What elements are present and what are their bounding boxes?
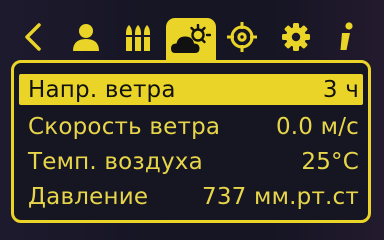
row-label: Скорость ветра — [28, 113, 221, 140]
tab-ammo[interactable] — [120, 14, 160, 60]
back-button[interactable] — [14, 14, 54, 60]
row-label: Темп. воздуха — [28, 148, 203, 175]
row-value: 3 ч — [322, 76, 359, 103]
row-value: 737 мм.рт.ст — [202, 183, 359, 210]
user-profile-icon — [73, 24, 99, 51]
row-wind-direction[interactable]: Напр. ветра 3 ч — [19, 74, 363, 105]
weather-cloud-sun-icon — [171, 24, 211, 53]
row-label: Напр. ветра — [28, 76, 176, 103]
tab-info[interactable] — [326, 14, 366, 60]
row-pressure[interactable]: Давление 737 мм.рт.ст — [19, 181, 363, 212]
tab-settings[interactable] — [276, 14, 316, 60]
row-wind-speed[interactable]: Скорость ветра 0.0 м/с — [19, 111, 363, 142]
crosshair-target-icon — [227, 22, 257, 52]
row-label: Давление — [28, 183, 149, 210]
tab-target[interactable] — [222, 14, 262, 60]
tab-weather[interactable] — [166, 18, 216, 62]
row-value: 25°C — [301, 148, 359, 175]
back-chevron-icon — [25, 23, 41, 51]
info-icon — [340, 22, 353, 50]
settings-panel: Напр. ветра 3 ч Скорость ветра 0.0 м/с Т… — [11, 60, 371, 223]
gear-icon — [282, 23, 310, 51]
top-toolbar — [0, 0, 384, 62]
tab-profile[interactable] — [66, 14, 106, 60]
row-value: 0.0 м/с — [275, 113, 359, 140]
row-air-temperature[interactable]: Темп. воздуха 25°C — [19, 146, 363, 177]
ammo-cartridges-icon — [125, 25, 151, 51]
